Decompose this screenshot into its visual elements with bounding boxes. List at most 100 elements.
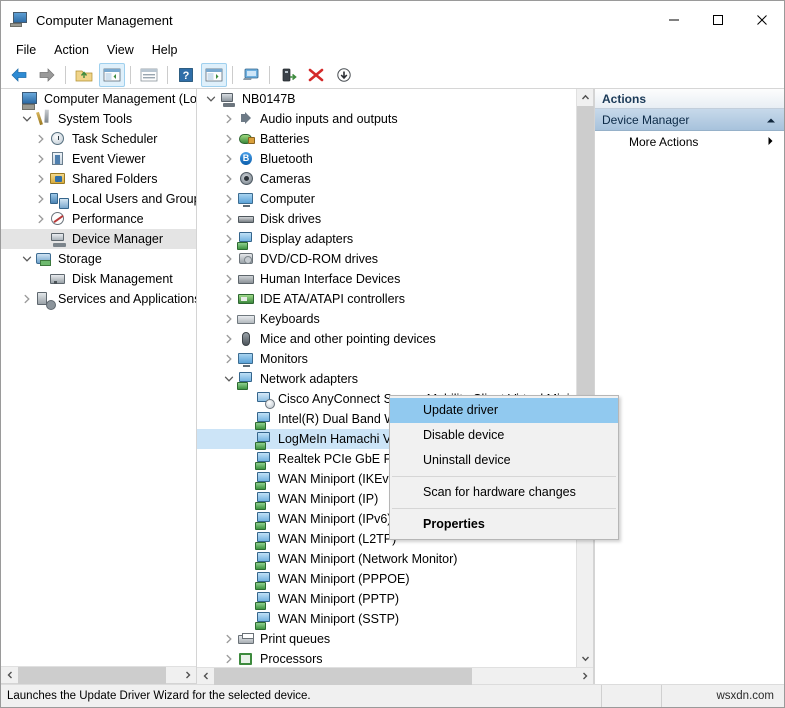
device-tree-item-row[interactable]: Batteries: [197, 129, 576, 149]
chevron-up-icon[interactable]: [766, 109, 776, 131]
chevron-down-icon[interactable]: [19, 111, 34, 127]
context-menu-item[interactable]: Uninstall device: [390, 448, 618, 473]
chevron-right-icon[interactable]: [33, 171, 48, 187]
device-tree-item-row[interactable]: Human Interface Devices: [197, 269, 576, 289]
chevron-right-icon[interactable]: [19, 291, 34, 307]
actions-group-device-manager[interactable]: Device Manager: [595, 109, 784, 131]
scan-hardware-changes-button[interactable]: [331, 63, 357, 87]
console-tree[interactable]: Computer Management (Local System Tools Ta…: [1, 89, 196, 666]
console-tree-item-row[interactable]: System Tools: [1, 109, 196, 129]
update-driver-button[interactable]: [275, 63, 301, 87]
hscroll-track[interactable]: [18, 667, 179, 684]
chevron-right-icon[interactable]: [221, 631, 236, 647]
chevron-right-icon[interactable]: [221, 131, 236, 147]
chevron-right-icon[interactable]: [221, 651, 236, 667]
device-tree-item-row[interactable]: DVD/CD-ROM drives: [197, 249, 576, 269]
chevron-right-icon[interactable]: [767, 131, 774, 153]
close-icon[interactable]: [740, 1, 784, 39]
menu-view[interactable]: View: [98, 41, 143, 59]
hscroll-right-arrow-icon[interactable]: [179, 667, 196, 683]
device-tree-item-row[interactable]: Computer: [197, 189, 576, 209]
chevron-down-icon[interactable]: [19, 251, 34, 267]
chevron-right-icon[interactable]: [221, 171, 236, 187]
console-tree-item-row[interactable]: Computer Management (Local: [1, 89, 196, 110]
device-tree-item-row[interactable]: Monitors: [197, 349, 576, 369]
console-tree-item-row[interactable]: Local Users and Groups: [1, 189, 196, 209]
console-tree-item-row[interactable]: Event Viewer: [1, 149, 196, 169]
chevron-right-icon[interactable]: [221, 211, 236, 227]
console-tree-hscrollbar[interactable]: [1, 666, 196, 684]
back-button[interactable]: [6, 63, 32, 87]
context-menu-item[interactable]: Update driver: [390, 398, 618, 423]
menu-action[interactable]: Action: [45, 41, 98, 59]
menu-help[interactable]: Help: [143, 41, 187, 59]
chevron-right-icon[interactable]: [33, 211, 48, 227]
vscroll-up-arrow-icon[interactable]: [577, 89, 593, 106]
forward-button[interactable]: [34, 63, 60, 87]
chevron-right-icon[interactable]: [221, 151, 236, 167]
context-menu-item[interactable]: Scan for hardware changes: [390, 480, 618, 505]
device-tree-item-row[interactable]: Network adapters: [197, 369, 576, 390]
chevron-down-icon[interactable]: [221, 371, 236, 387]
device-tree-item-row[interactable]: WAN Miniport (Network Monitor): [197, 549, 576, 570]
console-tree-item-row[interactable]: Shared Folders: [1, 169, 196, 189]
chevron-right-icon[interactable]: [221, 191, 236, 207]
device-tree-item-row[interactable]: Cameras: [197, 169, 576, 189]
console-tree-item-row[interactable]: Storage: [1, 249, 196, 269]
device-tree-item-row[interactable]: NB0147B: [197, 89, 576, 109]
console-tree-item-row[interactable]: Disk Management: [1, 269, 196, 289]
device-tree-item-row[interactable]: Disk drives: [197, 209, 576, 229]
device-tree-vscrollbar[interactable]: [576, 89, 594, 667]
hscroll-left-arrow-icon[interactable]: [1, 667, 18, 683]
console-tree-item-row[interactable]: Performance: [1, 209, 196, 229]
show-hide-action-pane-button[interactable]: [136, 63, 162, 87]
device-tree-item-row[interactable]: Mice and other pointing devices: [197, 329, 576, 349]
uninstall-device-button[interactable]: [303, 63, 329, 87]
chevron-right-icon[interactable]: [221, 291, 236, 307]
device-tree-item-row[interactable]: WAN Miniport (PPPOE): [197, 569, 576, 590]
device-tree-item-row[interactable]: Display adapters: [197, 229, 576, 250]
chevron-right-icon[interactable]: [221, 351, 236, 367]
device-tree-item-row[interactable]: Print queues: [197, 629, 576, 649]
chevron-right-icon[interactable]: [221, 251, 236, 267]
chevron-right-icon[interactable]: [221, 231, 236, 247]
help-button[interactable]: ?: [173, 63, 199, 87]
chevron-right-icon[interactable]: [33, 131, 48, 147]
device-tree-item-row[interactable]: WAN Miniport (PPTP): [197, 589, 576, 610]
chevron-right-icon[interactable]: [33, 151, 48, 167]
menu-file[interactable]: File: [7, 41, 45, 59]
device-tree-item-row[interactable]: Bluetooth: [197, 149, 576, 169]
hscroll-thumb[interactable]: [18, 667, 166, 684]
maximize-icon[interactable]: [696, 1, 740, 39]
chevron-right-icon[interactable]: [33, 191, 48, 207]
display-view-button[interactable]: [238, 63, 264, 87]
minimize-icon[interactable]: [652, 1, 696, 39]
chevron-right-icon[interactable]: [221, 271, 236, 287]
chevron-down-icon[interactable]: [203, 91, 218, 107]
device-tree-item-row[interactable]: Keyboards: [197, 309, 576, 329]
actions-item-more-actions[interactable]: More Actions: [595, 131, 784, 153]
device-tree-item-row[interactable]: Audio inputs and outputs: [197, 109, 576, 129]
chevron-right-icon[interactable]: [221, 111, 236, 127]
chevron-right-icon[interactable]: [221, 331, 236, 347]
properties-button[interactable]: [201, 62, 227, 87]
context-menu-item[interactable]: Disable device: [390, 423, 618, 448]
device-tree[interactable]: NB0147B Audio inputs and outputs Batteries…: [197, 89, 576, 667]
console-tree-item-row[interactable]: Device Manager: [1, 229, 196, 249]
device-tree-hscrollbar[interactable]: [197, 667, 593, 685]
device-tree-item-row[interactable]: Processors: [197, 649, 576, 667]
hscroll-right-arrow-icon[interactable]: [576, 668, 593, 684]
console-tree-item-row[interactable]: Task Scheduler: [1, 129, 196, 149]
vscroll-down-arrow-icon[interactable]: [577, 650, 593, 667]
vscroll-track[interactable]: [577, 106, 594, 650]
hscroll-left-arrow-icon[interactable]: [197, 668, 214, 684]
up-one-level-button[interactable]: [71, 63, 97, 87]
hscroll-track[interactable]: [214, 668, 576, 685]
device-tree-item-row[interactable]: IDE ATA/ATAPI controllers: [197, 289, 576, 309]
hscroll-thumb[interactable]: [214, 668, 472, 685]
context-menu-item[interactable]: Properties: [390, 512, 618, 537]
chevron-right-icon[interactable]: [221, 311, 236, 327]
device-tree-item-row[interactable]: WAN Miniport (SSTP): [197, 609, 576, 630]
context-menu[interactable]: Update driver Disable device Uninstall dev…: [389, 395, 619, 540]
console-tree-item-row[interactable]: Services and Applications: [1, 289, 196, 310]
